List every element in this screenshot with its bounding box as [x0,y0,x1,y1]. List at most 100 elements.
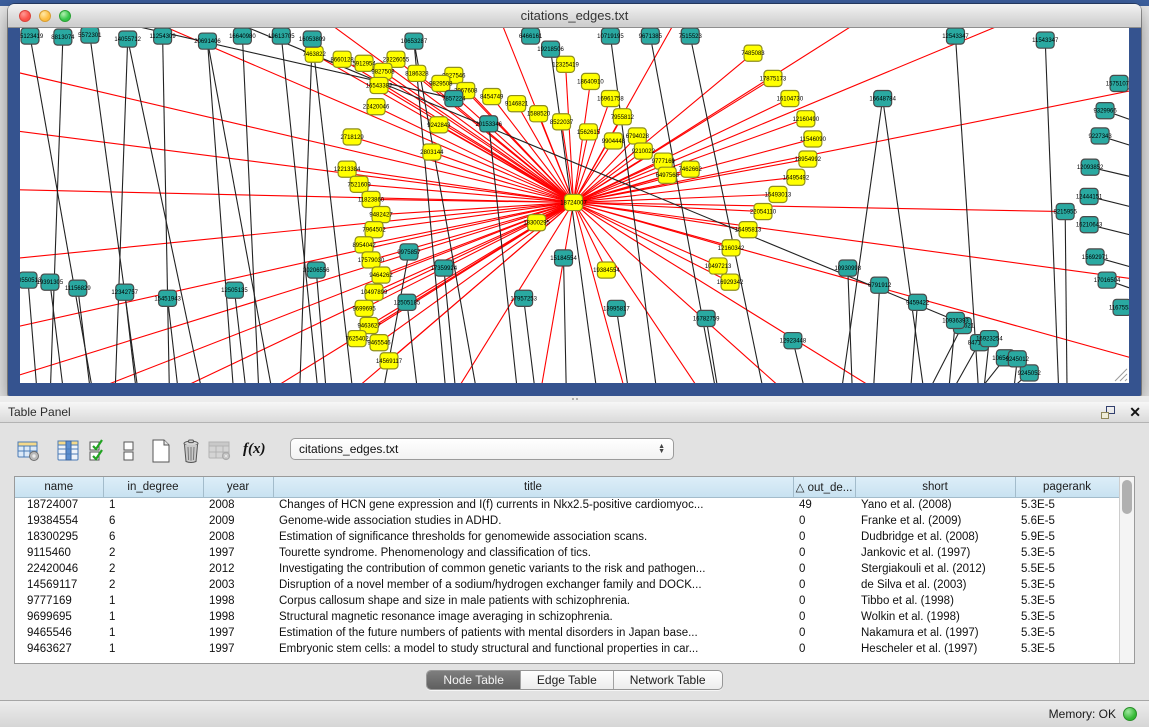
tab-network-table[interactable]: Network Table [614,671,722,689]
table-cell[interactable]: 9465546 [15,625,103,641]
graph-node[interactable]: 12342757 [111,284,138,300]
table-cell[interactable]: Estimation of significance thresholds fo… [273,529,793,545]
minimize-window-button[interactable] [39,10,51,22]
graph-node[interactable]: 19613705 [268,28,295,44]
table-cell[interactable]: Yano et al. (2008) [855,497,1015,513]
table-cell[interactable]: 22420046 [15,561,103,577]
table-cell[interactable]: 0 [793,513,855,529]
table-cell[interactable]: 5.3E-5 [1015,577,1119,593]
column-header-5[interactable]: short [855,477,1015,497]
table-cell[interactable]: Investigating the contribution of common… [273,561,793,577]
graph-node[interactable]: 16495492 [783,169,810,185]
function-builder-icon[interactable]: f(x) [243,441,266,458]
graph-node[interactable]: 1588520 [527,106,551,122]
zoom-window-button[interactable] [59,10,71,22]
float-panel-icon[interactable] [1101,406,1115,419]
table-cell[interactable]: 1 [103,497,203,513]
graph-node[interactable]: 9210022 [632,143,656,159]
graph-node[interactable]: 8660128 [331,51,355,67]
column-header-3[interactable]: title [273,477,793,497]
table-cell[interactable]: Embryonic stem cells: a model to study s… [273,641,793,657]
table-cell[interactable]: 0 [793,577,855,593]
table-cell[interactable]: Franke et al. (2009) [855,513,1015,529]
table-cell[interactable]: 0 [793,625,855,641]
graph-node[interactable]: 15751074 [1106,75,1129,91]
table-cell[interactable]: Disruption of a novel member of a sodium… [273,577,793,593]
table-cell[interactable]: 1 [103,641,203,657]
table-cell[interactable]: Structural magnetic resonance image aver… [273,609,793,625]
graph-node[interactable]: 10653287 [401,33,428,49]
column-header-1[interactable]: in_degree [103,477,203,497]
graph-node[interactable]: 6791912 [868,277,892,293]
graph-node[interactable]: 14055712 [114,31,141,47]
table-cell[interactable]: 1997 [203,545,273,561]
graph-node[interactable]: 11543347 [1032,32,1059,48]
table-cell[interactable]: 2009 [203,513,273,529]
graph-node[interactable]: 16210643 [1076,217,1103,233]
table-cell[interactable]: 5.3E-5 [1015,497,1119,513]
graph-node[interactable]: 9146821 [505,96,529,112]
graph-node[interactable]: 19391305 [37,274,64,290]
table-cell[interactable]: Dudbridge et al. (2008) [855,529,1015,545]
graph-node[interactable]: 9671385 [639,28,663,44]
table-cell[interactable]: 2012 [203,561,273,577]
graph-node[interactable]: 16782759 [693,310,720,326]
graph-node[interactable]: 11546090 [800,131,827,147]
table-cell[interactable]: 5.3E-5 [1015,593,1119,609]
table-cell[interactable]: Jankovic et al. (1997) [855,545,1015,561]
table-cell[interactable]: Genome-wide association studies in ADHD. [273,513,793,529]
column-header-4[interactable]: △ out_de... [793,477,855,497]
graph-node[interactable]: 7521609 [347,176,371,192]
graph-node[interactable]: 15493013 [765,186,792,202]
scrollbar-thumb[interactable] [1122,480,1132,514]
table-cell[interactable]: 0 [793,593,855,609]
table-cell[interactable]: 2 [103,577,203,593]
graph-node[interactable]: 10497213 [705,258,732,274]
graph-node[interactable]: 7964502 [362,222,386,238]
table-cell[interactable]: 0 [793,545,855,561]
tab-edge-table[interactable]: Edge Table [521,671,614,689]
table-cell[interactable]: 0 [793,641,855,657]
graph-node[interactable]: 8522037 [550,114,574,130]
table-cell[interactable]: 2008 [203,529,273,545]
table-cell[interactable]: 1 [103,593,203,609]
graph-node[interactable]: 20691406 [194,33,221,49]
graph-node[interactable]: 8954042 [352,237,376,253]
graph-node[interactable]: 8186328 [405,65,429,81]
table-cell[interactable]: 5.9E-5 [1015,529,1119,545]
graph-node[interactable]: 12325419 [552,56,579,72]
graph-node[interactable]: 15123419 [20,28,44,44]
graph-node[interactable]: 16923254 [976,331,1003,347]
graph-node[interactable]: 9245012 [1006,351,1030,367]
graph-node[interactable]: 20153346 [475,116,502,132]
table-cell[interactable]: 9699695 [15,609,103,625]
table-cell[interactable]: 9463627 [15,641,103,657]
graph-node[interactable]: 19218506 [537,41,564,57]
graph-node[interactable]: 7857224 [442,91,466,107]
table-cell[interactable]: Wolkin et al. (1998) [855,609,1015,625]
table-row[interactable]: 969969511998Structural magnetic resonanc… [15,609,1119,625]
table-cell[interactable]: 49 [793,497,855,513]
table-cell[interactable]: 6 [103,513,203,529]
graph-node[interactable]: 17016504 [1094,272,1121,288]
table-cell[interactable]: 2008 [203,497,273,513]
graph-node[interactable]: 9329966 [1093,103,1117,119]
table-row[interactable]: 911546021997Tourette syndrome. Phenomeno… [15,545,1119,561]
table-cell[interactable]: Hescheler et al. (1997) [855,641,1015,657]
table-row[interactable]: 2242004622012Investigating the contribut… [15,561,1119,577]
graph-node[interactable]: 7485083 [741,45,765,61]
graph-node[interactable]: 16961758 [597,91,624,107]
new-table-icon[interactable] [148,437,174,465]
graph-node[interactable]: 17957253 [510,290,537,306]
graph-node[interactable]: 15451943 [154,290,181,306]
column-header-6[interactable]: pagerank [1015,477,1119,497]
table-cell[interactable]: Tibbo et al. (1998) [855,593,1015,609]
splitter-handle-icon[interactable] [571,397,579,401]
table-cell[interactable]: 14569117 [15,577,103,593]
graph-node[interactable]: 22420046 [363,99,390,115]
table-cell[interactable]: 1 [103,609,203,625]
table-cell[interactable]: 2 [103,545,203,561]
graph-node[interactable]: 9464262 [369,267,393,283]
select-columns-icon[interactable] [86,437,112,465]
table-cell[interactable]: 2 [103,561,203,577]
